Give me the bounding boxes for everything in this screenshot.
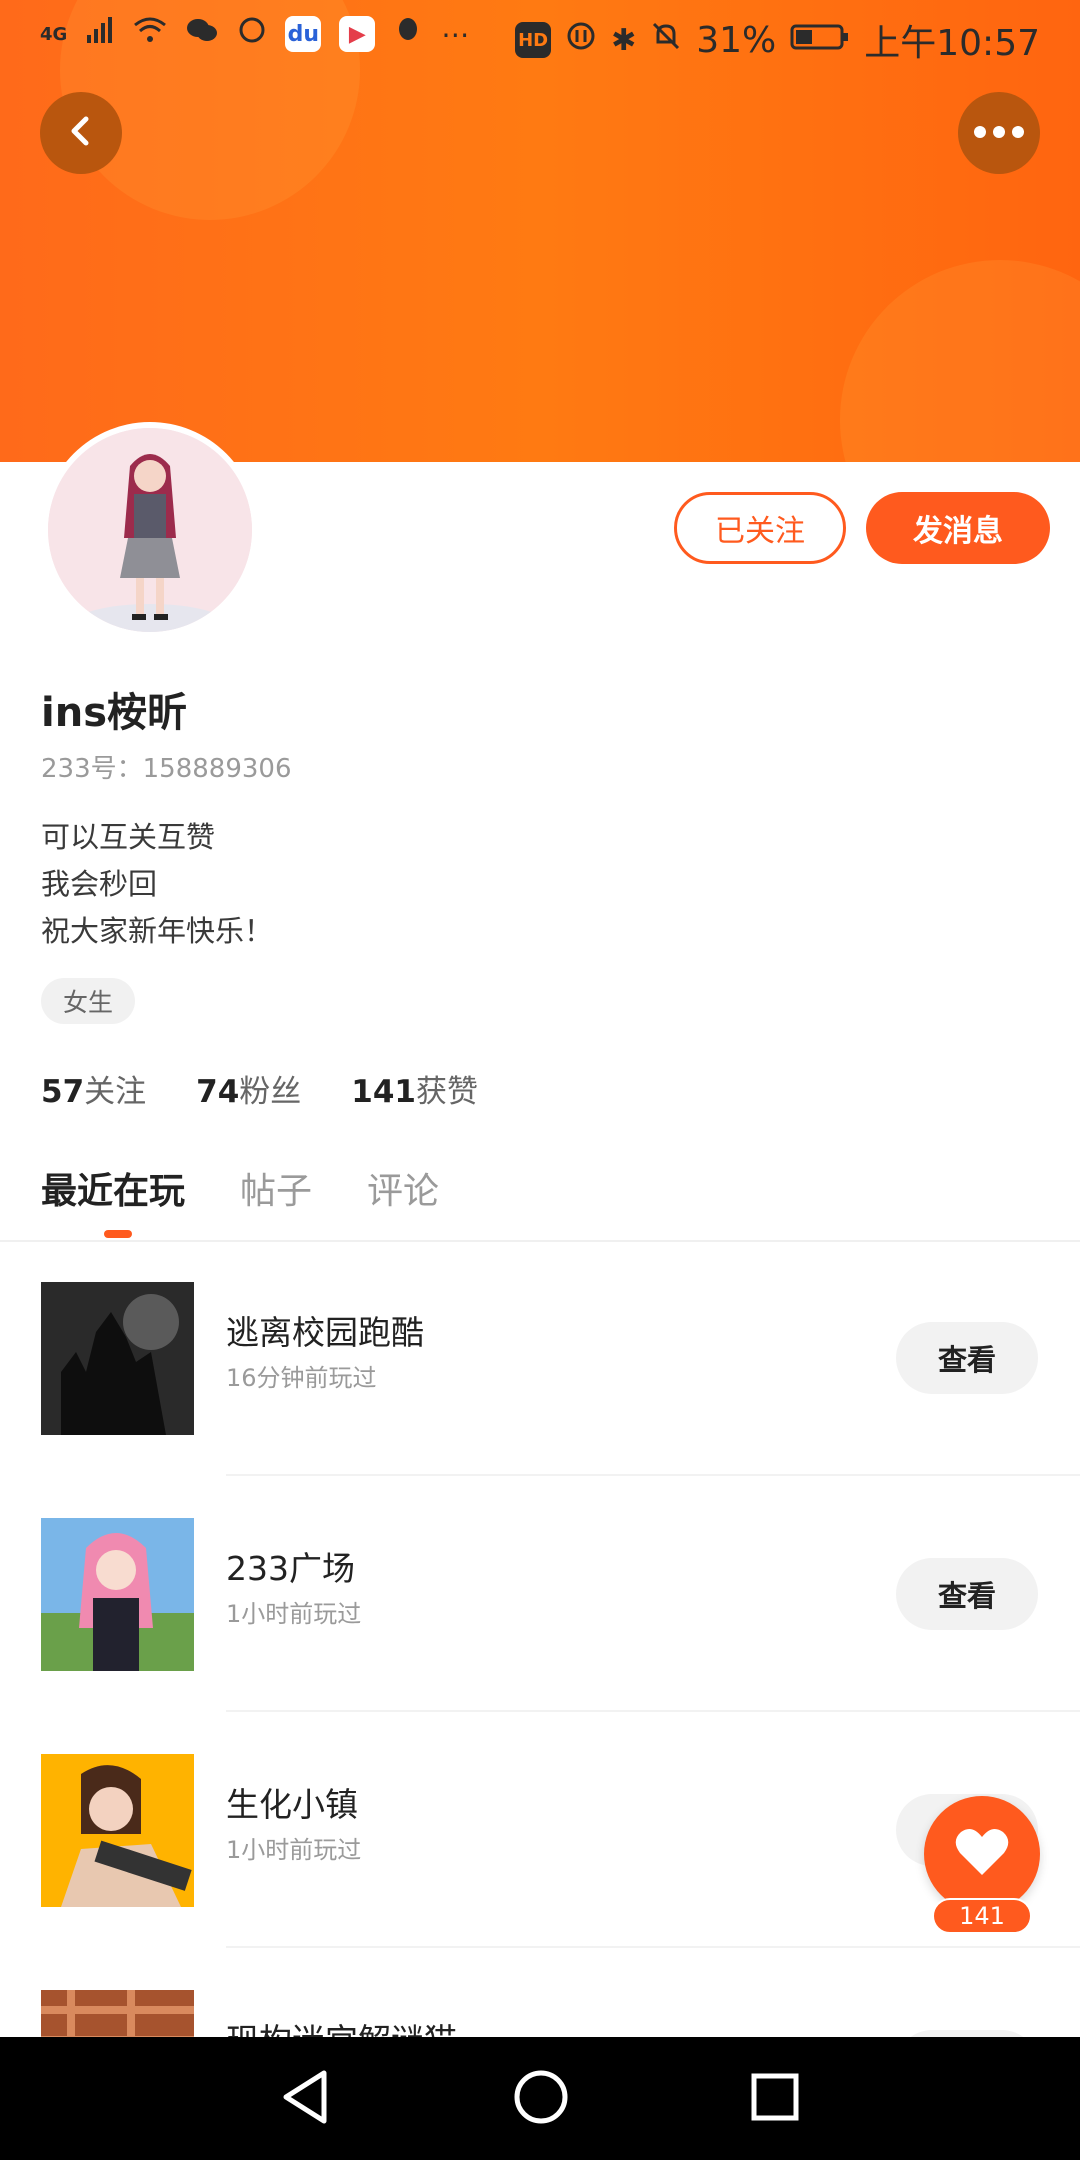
- fans-stat[interactable]: 74粉丝: [196, 1066, 301, 1111]
- wechat-icon: [185, 14, 219, 54]
- game-thumbnail[interactable]: [41, 1518, 194, 1671]
- game-thumbnail[interactable]: [41, 1754, 194, 1907]
- user-id: 233号：158889306: [41, 754, 292, 784]
- following-count: 57: [41, 1074, 85, 1110]
- video-app-icon: ▶: [339, 16, 376, 52]
- more-status-icon: ⋯: [441, 17, 470, 51]
- game-last-played: 16分钟前玩过: [226, 1364, 377, 1392]
- gender-tag: 女生: [41, 978, 136, 1024]
- game-title: 逃离校园跑酷: [226, 1313, 424, 1352]
- game-thumbnail[interactable]: [41, 1282, 194, 1435]
- like-count-badge: 141: [932, 1898, 1032, 1934]
- bio-line: 祝大家新年快乐！: [41, 914, 274, 948]
- back-arrow-icon: [61, 111, 101, 155]
- more-options-button[interactable]: [958, 92, 1040, 174]
- user-bio: 可以互关互赞 我会秒回 祝大家新年快乐！: [41, 814, 273, 955]
- user-name: ins桉昕: [41, 690, 187, 736]
- status-bar: 4G du ▶ ⋯ HD ✱ 31% 上午10:57: [0, 0, 1080, 72]
- likes-count: 141: [351, 1074, 416, 1110]
- nav-back-icon[interactable]: [280, 2069, 332, 2129]
- system-nav-bar: [0, 2037, 1080, 2160]
- bio-line: 我会秒回: [41, 867, 158, 901]
- back-button[interactable]: [40, 92, 122, 174]
- game-row[interactable]: 逃离校园跑酷 16分钟前玩过 查看: [0, 1240, 1080, 1476]
- battery-icon: [790, 20, 850, 61]
- hd-icon: HD: [515, 22, 552, 58]
- heart-icon: [955, 1827, 1009, 1881]
- like-fab-button[interactable]: [924, 1796, 1040, 1912]
- more-dots-icon: [973, 124, 1025, 143]
- wifi-icon: [133, 14, 167, 54]
- mute-icon: [650, 20, 682, 61]
- game-row[interactable]: 生化小镇 1小时前玩过 查看: [0, 1712, 1080, 1948]
- profile-tabs: 最近在玩 帖子 评论: [41, 1162, 439, 1214]
- view-button[interactable]: 查看: [896, 1558, 1038, 1630]
- qq-icon: [393, 14, 423, 54]
- send-message-button[interactable]: 发消息: [866, 492, 1050, 564]
- nav-recents-icon[interactable]: [750, 2072, 800, 2126]
- baidu-icon: du: [285, 16, 322, 52]
- tab-posts[interactable]: 帖子: [240, 1162, 312, 1214]
- fans-label: 粉丝: [239, 1074, 302, 1110]
- tab-recently-played[interactable]: 最近在玩: [41, 1162, 185, 1214]
- battery-percent: 31%: [696, 19, 777, 61]
- data-saver-icon: [565, 20, 597, 61]
- game-row[interactable]: 233广场 1小时前玩过 查看: [0, 1476, 1080, 1712]
- nav-home-icon[interactable]: [513, 2069, 569, 2129]
- game-last-played: 1小时前玩过: [226, 1600, 362, 1628]
- likes-stat[interactable]: 141获赞: [351, 1066, 478, 1111]
- fans-count: 74: [196, 1074, 240, 1110]
- following-label: 关注: [84, 1074, 147, 1110]
- followed-button[interactable]: 已关注: [674, 492, 846, 564]
- signal-label: 4G: [40, 23, 68, 45]
- tab-indicator: [104, 1230, 132, 1238]
- game-last-played: 1小时前玩过: [226, 1836, 362, 1864]
- following-stat[interactable]: 57关注: [41, 1066, 146, 1111]
- game-title: 233广场: [226, 1549, 355, 1588]
- game-title: 生化小镇: [226, 1785, 358, 1824]
- bio-line: 可以互关互赞: [41, 820, 216, 854]
- likes-label: 获赞: [416, 1074, 478, 1110]
- bluetooth-icon: ✱: [611, 22, 637, 58]
- view-button[interactable]: 查看: [896, 1322, 1038, 1394]
- signal-icon: [85, 14, 115, 54]
- avatar[interactable]: [42, 422, 258, 638]
- clock: 上午10:57: [864, 23, 1040, 64]
- sync-icon: [237, 14, 267, 54]
- tab-comments[interactable]: 评论: [367, 1162, 439, 1214]
- profile-stats: 57关注 74粉丝 141获赞: [41, 1066, 478, 1111]
